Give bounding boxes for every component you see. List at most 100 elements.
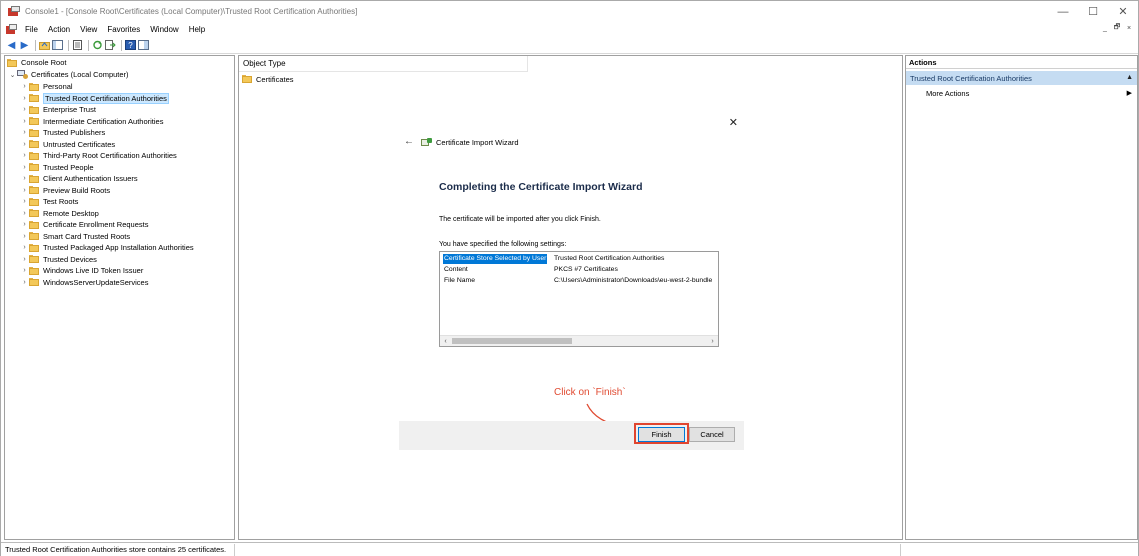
chevron-right-icon[interactable]: › xyxy=(20,244,29,251)
tree-node[interactable]: › Client Authentication Issuers xyxy=(20,173,137,184)
wizard-settings-caption: You have specified the following setting… xyxy=(439,241,567,248)
tree-node[interactable]: › Certificate Enrollment Requests xyxy=(20,219,148,230)
refresh-icon[interactable] xyxy=(92,40,103,51)
help-icon[interactable]: ? xyxy=(125,40,136,51)
tree-node[interactable]: › Trusted Publishers xyxy=(20,127,105,138)
chevron-right-icon[interactable]: › xyxy=(20,210,29,217)
scroll-left-icon[interactable]: ‹ xyxy=(440,336,451,346)
tree-node[interactable]: › Smart Card Trusted Roots xyxy=(20,231,130,242)
tree-node[interactable]: › Test Roots xyxy=(20,196,78,207)
chevron-right-icon[interactable]: › xyxy=(20,141,29,148)
tree-node-label: Trusted Devices xyxy=(43,254,97,264)
mdi-restore-button[interactable]: 🗗 xyxy=(1112,23,1122,34)
console-menu-icon[interactable] xyxy=(6,24,18,35)
folder-icon xyxy=(29,255,39,263)
chevron-right-icon[interactable]: › xyxy=(20,279,29,286)
menu-action[interactable]: Action xyxy=(44,25,76,34)
tree-node[interactable]: › Trusted Devices xyxy=(20,254,97,265)
chevron-right-icon[interactable]: › xyxy=(20,95,29,102)
chevron-right-icon[interactable]: › xyxy=(20,187,29,194)
tree-node[interactable]: › Enterprise Trust xyxy=(20,104,96,115)
list-item-certificates[interactable]: Certificates xyxy=(242,73,294,85)
back-arrow-icon[interactable]: ◀ xyxy=(6,40,17,51)
chevron-right-icon[interactable]: › xyxy=(20,233,29,240)
folder-icon xyxy=(29,209,39,217)
tree-node-label: Certificate Enrollment Requests xyxy=(43,220,149,229)
menu-window[interactable]: Window xyxy=(146,25,184,34)
chevron-right-icon[interactable]: › xyxy=(20,118,29,125)
minimize-button[interactable]: — xyxy=(1048,1,1078,22)
tree-node-label: Trusted Root Certification Authorities xyxy=(43,92,169,104)
properties-icon[interactable] xyxy=(72,40,83,51)
settings-row[interactable]: Content PKCS #7 Certificates xyxy=(440,265,718,275)
tree-node[interactable]: › Untrusted Certificates xyxy=(20,139,115,150)
settings-list[interactable]: Certificate Store Selected by User Trust… xyxy=(439,251,719,347)
folder-icon xyxy=(29,151,39,160)
tree-node[interactable]: › Windows Live ID Token Issuer xyxy=(20,265,143,276)
tree-node[interactable]: › Personal xyxy=(20,81,72,92)
tree-node[interactable]: › Preview Build Roots xyxy=(20,185,110,196)
wizard-close-button[interactable]: ✕ xyxy=(729,116,738,129)
tree-node-console-root[interactable]: Console Root xyxy=(7,57,66,68)
mdi-minimize-button[interactable]: _ xyxy=(1100,23,1110,34)
chevron-right-icon[interactable]: › xyxy=(20,129,29,136)
tree-node[interactable]: › Intermediate Certification Authorities xyxy=(20,116,163,127)
folder-icon xyxy=(29,232,39,240)
chevron-right-icon[interactable]: › xyxy=(20,83,29,90)
tree-node[interactable]: › Third-Party Root Certification Authorit… xyxy=(20,150,177,161)
mdi-close-button[interactable]: × xyxy=(1124,23,1134,34)
menu-bar: File Action View Favorites Window Help _… xyxy=(1,22,1138,37)
column-header-object-type[interactable]: Object Type xyxy=(239,56,528,72)
horizontal-scrollbar[interactable]: ‹ › xyxy=(440,335,718,346)
chevron-right-icon[interactable]: › xyxy=(20,106,29,113)
show-hide-action-pane-icon[interactable] xyxy=(138,40,149,51)
chevron-right-icon[interactable]: › xyxy=(20,221,29,228)
chevron-right-icon[interactable]: › xyxy=(20,175,29,182)
wizard-back-arrow-icon[interactable]: ← xyxy=(404,136,414,147)
tree-node-label: Untrusted Certificates xyxy=(43,139,116,149)
submenu-arrow-icon[interactable]: ▶ xyxy=(1127,89,1132,97)
menu-help[interactable]: Help xyxy=(185,25,211,34)
menu-view[interactable]: View xyxy=(76,25,103,34)
scroll-right-icon[interactable]: › xyxy=(707,336,718,346)
chevron-right-icon[interactable]: › xyxy=(20,267,29,274)
chevron-right-icon[interactable]: › xyxy=(20,256,29,263)
results-pane: Object Type Certificates ✕ ← Certificate… xyxy=(238,55,903,540)
folder-icon xyxy=(29,128,39,137)
finish-button[interactable]: Finish xyxy=(638,427,685,442)
tree-node[interactable]: › Remote Desktop xyxy=(20,208,99,219)
show-hide-tree-icon[interactable] xyxy=(52,40,63,51)
wizard-info-text: The certificate will be imported after y… xyxy=(439,216,601,223)
settings-row[interactable]: Certificate Store Selected by User Trust… xyxy=(440,254,718,264)
settings-key: Certificate Store Selected by User xyxy=(443,254,548,264)
certificate-wizard-icon xyxy=(421,138,432,147)
export-list-icon[interactable] xyxy=(105,40,116,51)
tree-node[interactable]: › Trusted People xyxy=(20,162,93,173)
up-folder-icon[interactable] xyxy=(39,40,50,51)
actions-section-header[interactable]: Trusted Root Certification Authorities ▲ xyxy=(906,71,1137,85)
maximize-button[interactable]: ☐ xyxy=(1078,1,1108,22)
more-actions-link[interactable]: More Actions xyxy=(926,89,969,98)
menu-favorites[interactable]: Favorites xyxy=(103,25,146,34)
close-button[interactable]: ✕ xyxy=(1108,1,1138,22)
menu-file[interactable]: File xyxy=(21,25,44,34)
settings-key: Content xyxy=(444,266,468,273)
status-cell-empty xyxy=(901,544,1138,556)
tree-node-label: Preview Build Roots xyxy=(43,185,111,195)
tree-node-certificates-local-computer[interactable]: ⌄ Certificates (Local Computer) xyxy=(8,69,129,80)
cancel-button[interactable]: Cancel xyxy=(689,427,735,442)
actions-pane: Actions Trusted Root Certification Autho… xyxy=(905,55,1138,540)
scrollbar-thumb[interactable] xyxy=(452,338,572,344)
chevron-right-icon[interactable]: › xyxy=(20,152,29,159)
chevron-right-icon[interactable]: › xyxy=(20,164,29,171)
chevron-right-icon[interactable]: › xyxy=(20,198,29,205)
tree-node[interactable]: › Trusted Root Certification Authorities xyxy=(20,92,169,104)
tree-node[interactable]: › Trusted Packaged App Installation Autho… xyxy=(20,242,193,253)
tree-node-label: Third-Party Root Certification Authoriti… xyxy=(43,151,177,160)
wizard-heading: Completing the Certificate Import Wizard xyxy=(439,181,643,193)
forward-arrow-icon[interactable]: ▶ xyxy=(19,40,30,51)
collapse-up-icon[interactable]: ▲ xyxy=(1126,74,1133,81)
settings-row[interactable]: File Name C:\Users\Administrator\Downloa… xyxy=(440,276,718,286)
tree-node[interactable]: › WindowsServerUpdateServices xyxy=(20,277,148,288)
chevron-down-icon[interactable]: ⌄ xyxy=(8,71,17,79)
